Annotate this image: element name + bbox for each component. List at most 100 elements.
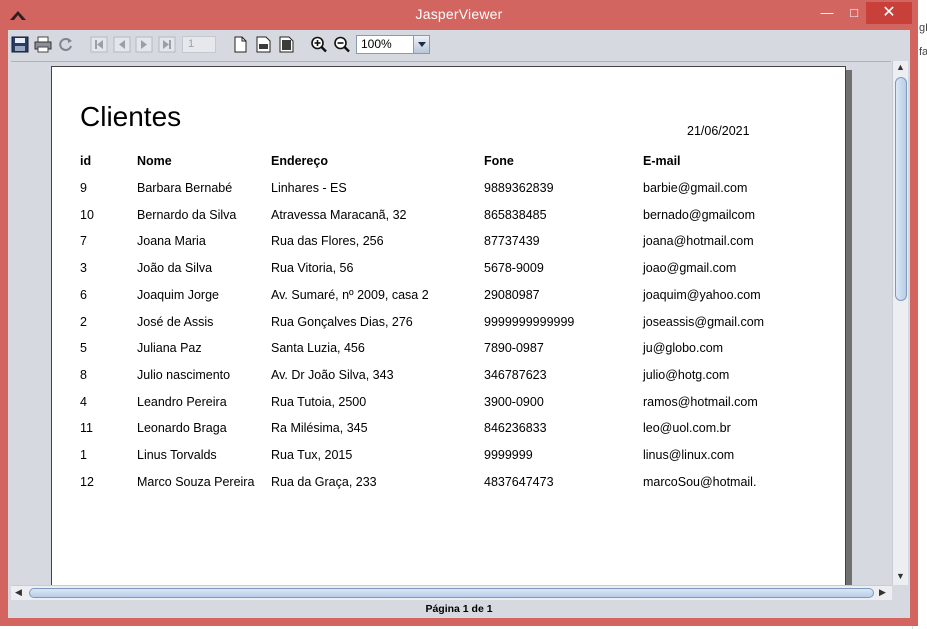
table-cell: 9 <box>80 181 87 195</box>
table-cell: Linhares - ES <box>271 181 347 195</box>
table-cell: Rua Gonçalves Dias, 276 <box>271 315 413 329</box>
jasper-viewer-window: JasperViewer — □ ✕ 1 100% Clientes 21/06… <box>0 0 918 626</box>
table-cell: barbie@gmail.com <box>643 181 748 195</box>
table-cell: 10 <box>80 208 94 222</box>
table-cell: 12 <box>80 475 94 489</box>
table-cell: 3900-0900 <box>484 395 544 409</box>
next-page-icon[interactable] <box>135 36 153 53</box>
maximize-button[interactable]: □ <box>841 2 867 24</box>
chevron-down-icon[interactable] <box>413 36 429 53</box>
vertical-scrollbar[interactable]: ▲ ▼ <box>892 61 908 585</box>
table-cell: Joana Maria <box>137 234 206 248</box>
table-cell: 9999999 <box>484 448 533 462</box>
table-cell: joaquim@yahoo.com <box>643 288 761 302</box>
table-cell: 8 <box>80 368 87 382</box>
table-cell: Rua da Graça, 233 <box>271 475 377 489</box>
table-cell: 7 <box>80 234 87 248</box>
zoom-out-icon[interactable] <box>333 36 351 53</box>
table-cell: Ra Milésima, 345 <box>271 421 368 435</box>
table-cell: João da Silva <box>137 261 213 275</box>
table-cell: 6 <box>80 288 87 302</box>
print-icon[interactable] <box>34 36 52 53</box>
table-cell: joao@gmail.com <box>643 261 737 275</box>
report-page: Clientes 21/06/2021 id Nome Endereço Fone E-… <box>51 66 846 586</box>
scroll-up-icon[interactable]: ▲ <box>896 62 905 72</box>
toolbar: 1 100% <box>8 30 910 59</box>
table-cell: 3 <box>80 261 87 275</box>
table-cell: 29080987 <box>484 288 540 302</box>
column-header: Fone <box>484 154 514 168</box>
title-bar[interactable]: JasperViewer — □ ✕ <box>0 0 918 30</box>
horizontal-scrollbar[interactable]: ◀ ▶ <box>11 585 892 600</box>
table-cell: Leandro Pereira <box>137 395 227 409</box>
table-cell: 2 <box>80 315 87 329</box>
table-cell: Santa Luzia, 456 <box>271 341 365 355</box>
background-text-2: fa <box>919 46 927 58</box>
table-cell: 4837647473 <box>484 475 554 489</box>
table-cell: ramos@hotmail.com <box>643 395 758 409</box>
table-cell: 9889362839 <box>484 181 554 195</box>
horizontal-scroll-thumb[interactable] <box>29 588 874 598</box>
zoom-in-icon[interactable] <box>310 36 328 53</box>
save-icon[interactable] <box>11 36 29 53</box>
table-cell: julio@hotg.com <box>643 368 730 382</box>
table-cell: 9999999999999 <box>484 315 575 329</box>
table-cell: Marco Souza Pereira <box>137 475 255 489</box>
table-cell: Juliana Paz <box>137 341 202 355</box>
table-cell: Atravessa Maracanã, 32 <box>271 208 407 222</box>
report-date: 21/06/2021 <box>687 124 750 138</box>
column-header: id <box>80 154 92 168</box>
fit-page-icon[interactable] <box>277 36 295 53</box>
close-button[interactable]: ✕ <box>866 2 912 24</box>
table-cell: 87737439 <box>484 234 540 248</box>
background-text-1: gE <box>919 22 927 34</box>
column-header: E-mail <box>643 154 681 168</box>
window-title: JasperViewer <box>415 6 503 22</box>
actual-size-icon[interactable] <box>231 36 249 53</box>
page-status: Página 1 de 1 <box>425 603 493 615</box>
table-cell: Rua Tux, 2015 <box>271 448 353 462</box>
table-cell: bernado@gmailcom <box>643 208 756 222</box>
scroll-left-icon[interactable]: ◀ <box>15 587 22 598</box>
table-cell: 5678-9009 <box>484 261 544 275</box>
table-cell: 1 <box>80 448 87 462</box>
table-cell: 5 <box>80 341 87 355</box>
table-cell: 4 <box>80 395 87 409</box>
table-cell: 11 <box>80 421 93 435</box>
table-cell: leo@uol.com.br <box>643 421 731 435</box>
previous-page-icon[interactable] <box>113 36 131 53</box>
table-cell: Linus Torvalds <box>137 448 217 462</box>
fit-width-icon[interactable] <box>254 36 272 53</box>
reload-icon[interactable] <box>57 36 75 53</box>
zoom-select[interactable]: 100% <box>356 35 430 54</box>
report-title: Clientes <box>80 101 182 132</box>
report-viewport[interactable]: Clientes 21/06/2021 id Nome Endereço Fone E-… <box>11 61 891 587</box>
vertical-scroll-thumb[interactable] <box>895 77 907 301</box>
table-cell: Av. Dr João Silva, 343 <box>271 368 394 382</box>
table-cell: Leonardo Braga <box>137 421 227 435</box>
table-cell: 865838485 <box>484 208 547 222</box>
table-cell: Rua Vitoria, 56 <box>271 261 354 275</box>
column-header: Nome <box>137 154 172 168</box>
table-cell: 846236833 <box>484 421 547 435</box>
table-cell: Rua Tutoia, 2500 <box>271 395 367 409</box>
table-cell: joana@hotmail.com <box>643 234 754 248</box>
table-cell: 7890-0987 <box>484 341 544 355</box>
table-cell: ju@globo.com <box>643 341 724 355</box>
table-cell: Barbara Bernabé <box>137 181 233 195</box>
minimize-button[interactable]: — <box>814 2 840 24</box>
table-cell: joseassis@gmail.com <box>643 315 765 329</box>
zoom-value: 100% <box>361 37 392 51</box>
scroll-right-icon[interactable]: ▶ <box>879 587 886 598</box>
table-cell: Joaquim Jorge <box>137 288 219 302</box>
first-page-icon[interactable] <box>90 36 108 53</box>
column-header: Endereço <box>271 154 328 168</box>
table-cell: Bernardo da Silva <box>137 208 237 222</box>
page-number-field[interactable]: 1 <box>182 36 216 53</box>
scroll-down-icon[interactable]: ▼ <box>896 571 905 581</box>
last-page-icon[interactable] <box>158 36 176 53</box>
table-cell: 346787623 <box>484 368 547 382</box>
table-cell: marcoSou@hotmail. <box>643 475 757 489</box>
table-cell: José de Assis <box>137 315 214 329</box>
table-cell: Rua das Flores, 256 <box>271 234 384 248</box>
